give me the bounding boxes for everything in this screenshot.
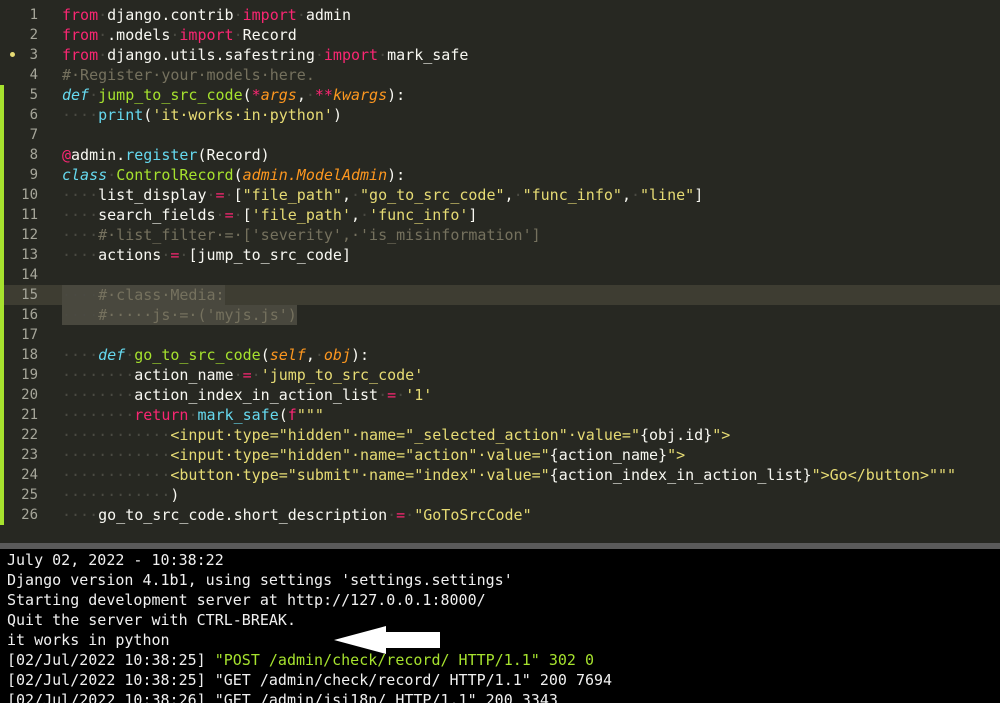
line-number: 23 [21,447,38,463]
line-number: 22 [21,427,38,443]
code-text: ············<button·type="submit"·name="… [62,466,957,484]
code-text: ············<input·type="hidden"·name="_… [62,426,731,444]
terminal-line: [02/Jul/2022 10:38:25] "GET /admin/check… [7,671,613,689]
line-number: 11 [21,207,38,223]
terminal-line: [02/Jul/2022 10:38:25] "POST /admin/chec… [7,651,595,669]
line-number: 4 [29,67,38,83]
code-line[interactable]: 18 ····def·go_to_src_code(self,·obj): [0,345,1000,365]
line-number: 17 [21,327,38,343]
code-line[interactable]: 2 from·.models·import·Record [0,25,1000,45]
code-line[interactable]: 9 class·ControlRecord(admin.ModelAdmin): [0,165,1000,185]
line-number: 5 [29,87,38,103]
code-text: ····def·go_to_src_code(self,·obj): [62,346,370,364]
code-text: ····list_display·=·["file_path",·"go_to_… [62,186,704,204]
terminal-output[interactable]: July 02, 2022 - 10:38:22 Django version 4… [0,549,1000,703]
code-line[interactable]: 6 ····print('it·works·in·python') [0,105,1000,125]
code-line[interactable]: 23 ············<input·type="hidden"·name=… [0,445,1000,465]
line-number: 14 [21,267,38,283]
code-text: ····#·list_filter·=·['severity',·'is_mis… [62,226,541,244]
code-editor[interactable]: 1 from·django.contrib·import·admin 2 from·.… [0,0,1000,543]
line-number: 21 [21,407,38,423]
line-number: 15 [21,287,38,303]
code-line[interactable]: 22 ············<input·type="hidden"·name=… [0,425,1000,445]
code-line[interactable]: 16 ····#·····js·=·('myjs.js') [0,305,1000,325]
code-line[interactable]: 21 ········return·mark_safe(f""" [0,405,1000,425]
left-arrow-icon [334,626,440,654]
line-number: 9 [29,167,38,183]
line-number: 10 [21,187,38,203]
code-text: def·jump_to_src_code(*args,·**kwargs): [62,86,406,104]
code-line[interactable]: 26 ····go_to_src_code.short_description·=… [0,505,1000,525]
code-line[interactable]: 14 [0,265,1000,285]
code-line[interactable]: 25 ············) [0,485,1000,505]
terminal-line: it works in python [7,631,170,649]
code-text: ····go_to_src_code.short_description·=·"… [62,506,532,524]
code-text: from·django.utils.safestring·import·mark… [62,46,469,64]
code-line[interactable]: 24 ············<button·type="submit"·name… [0,465,1000,485]
code-line[interactable]: 13 ····actions·=·[jump_to_src_code] [0,245,1000,265]
code-line[interactable]: 15 ····#·class·Media: [0,285,1000,305]
line-number: 7 [29,127,38,143]
code-line[interactable]: 1 from·django.contrib·import·admin [0,5,1000,25]
code-text: ····search_fields·=·['file_path',·'func_… [62,206,478,224]
code-text: ····#·class·Media: [62,285,225,305]
code-line[interactable]: 5 def·jump_to_src_code(*args,·**kwargs): [0,85,1000,105]
code-line[interactable]: 12 ····#·list_filter·=·['severity',·'is_m… [0,225,1000,245]
code-line[interactable]: 20 ········action_index_in_action_list·=·… [0,385,1000,405]
code-line[interactable]: 3 from·django.utils.safestring·import·mar… [0,45,1000,65]
line-number: 20 [21,387,38,403]
code-text: ········return·mark_safe(f""" [62,406,324,424]
line-number: 13 [21,247,38,263]
code-text: ····actions·=·[jump_to_src_code] [62,246,351,264]
terminal-line: July 02, 2022 - 10:38:22 [7,551,224,569]
code-line[interactable]: 19 ········action_name·=·'jump_to_src_cod… [0,365,1000,385]
line-number: 2 [29,27,38,43]
code-line[interactable]: 11 ····search_fields·=·['file_path',·'fun… [0,205,1000,225]
line-number: 24 [21,467,38,483]
code-text: from·django.contrib·import·admin [62,6,351,24]
code-text: ····print('it·works·in·python') [62,106,342,124]
code-line[interactable]: 7 [0,125,1000,145]
code-line[interactable]: 8 @admin.register(Record) [0,145,1000,165]
line-number: 1 [29,7,38,23]
code-text: from·.models·import·Record [62,26,297,44]
code-text: #·Register·your·models·here. [62,66,315,84]
terminal-line: [02/Jul/2022 10:38:26] "GET /admin/jsi18… [7,691,558,703]
line-number: 19 [21,367,38,383]
terminal-line: Quit the server with CTRL-BREAK. [7,611,296,629]
terminal-line: Django version 4.1b1, using settings 'se… [7,571,513,589]
line-number: 8 [29,147,38,163]
code-line[interactable]: 10 ····list_display·=·["file_path",·"go_t… [0,185,1000,205]
code-text: class·ControlRecord(admin.ModelAdmin): [62,166,406,184]
line-number: 16 [21,307,38,323]
terminal-line: Starting development server at http://12… [7,591,486,609]
code-text: ········action_name·=·'jump_to_src_code' [62,366,424,384]
code-text: @admin.register(Record) [62,146,270,164]
code-text: ············) [62,486,180,504]
code-text: ········action_index_in_action_list·=·'1… [62,386,433,404]
line-number: 18 [21,347,38,363]
line-number: 12 [21,227,38,243]
line-number: 6 [29,107,38,123]
code-text: ····#·····js·=·('myjs.js') [62,305,297,325]
code-text: ············<input·type="hidden"·name="a… [62,446,686,464]
line-number: 3 [29,47,38,63]
line-number: 25 [21,487,38,503]
code-line[interactable]: 4 #·Register·your·models·here. [0,65,1000,85]
line-number: 26 [21,507,38,523]
code-line[interactable]: 17 [0,325,1000,345]
